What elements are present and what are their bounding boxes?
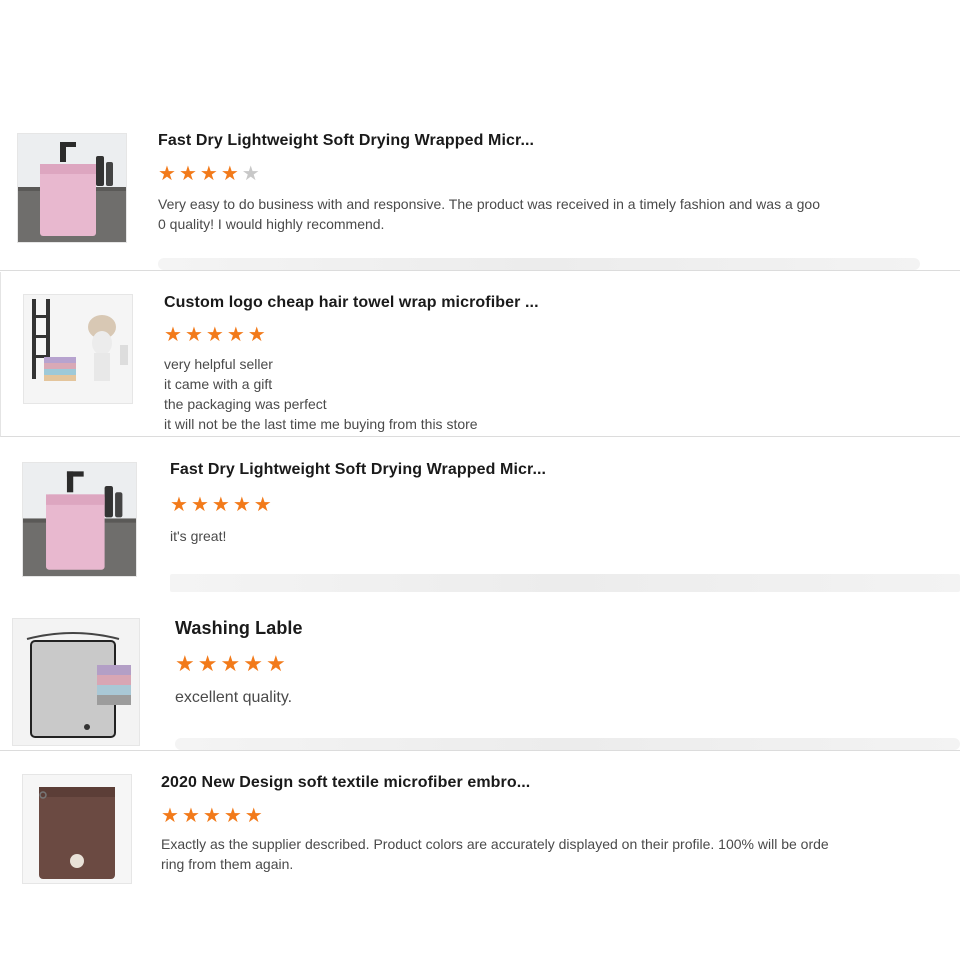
review-text: Very easy to do business with and respon… bbox=[158, 194, 820, 234]
reviewer-info-bar bbox=[170, 574, 960, 592]
star-icon: ★ bbox=[190, 494, 209, 516]
star-icon: ★ bbox=[244, 805, 263, 827]
review-line: 0 quality! I would highly recommend. bbox=[158, 216, 385, 232]
product-thumbnail[interactable] bbox=[22, 462, 137, 577]
review-card: Fast Dry Lightweight Soft Drying Wrapped… bbox=[0, 440, 960, 592]
review-line: excellent quality. bbox=[175, 689, 293, 706]
product-thumbnail[interactable] bbox=[22, 774, 132, 884]
star-rating: ★ ★ ★ ★ ★ bbox=[158, 164, 260, 184]
star-icon: ★ bbox=[223, 805, 242, 827]
review-line: it will not be the last time me buying f… bbox=[164, 416, 478, 432]
product-thumbnail[interactable] bbox=[17, 133, 127, 243]
brown-towel-icon bbox=[23, 775, 131, 883]
review-line: very helpful seller bbox=[164, 356, 273, 372]
star-icon: ★ bbox=[202, 805, 221, 827]
reviewer-info-bar bbox=[158, 258, 920, 270]
star-icon: ★ bbox=[253, 494, 272, 516]
star-icon: ★ bbox=[175, 651, 195, 676]
star-icon: ★ bbox=[220, 163, 239, 185]
review-card: Fast Dry Lightweight Soft Drying Wrapped… bbox=[0, 118, 960, 271]
product-thumbnail[interactable] bbox=[23, 294, 133, 404]
star-icon: ★ bbox=[170, 494, 188, 516]
star-icon: ★ bbox=[232, 494, 251, 516]
review-text: it's great! bbox=[170, 526, 226, 546]
product-title[interactable]: Fast Dry Lightweight Soft Drying Wrapped… bbox=[158, 132, 534, 150]
product-title[interactable]: Custom logo cheap hair towel wrap microf… bbox=[164, 294, 539, 312]
star-icon: ★ bbox=[211, 494, 230, 516]
review-card: Washing Lable ★ ★ ★ ★ ★ excellent qualit… bbox=[0, 596, 960, 751]
star-icon: ★ bbox=[197, 651, 218, 676]
star-empty-icon: ★ bbox=[241, 163, 260, 185]
star-rating: ★ ★ ★ ★ ★ bbox=[170, 495, 272, 515]
review-line: it came with a gift bbox=[164, 376, 273, 392]
star-icon: ★ bbox=[199, 163, 218, 185]
star-icon: ★ bbox=[158, 163, 176, 185]
review-line: Exactly as the supplier described. Produ… bbox=[161, 836, 829, 852]
star-icon: ★ bbox=[243, 651, 263, 676]
product-title[interactable]: 2020 New Design soft textile microfiber … bbox=[161, 774, 530, 792]
review-line: Very easy to do business with and respon… bbox=[158, 196, 821, 212]
review-card: 2020 New Design soft textile microfiber … bbox=[0, 756, 960, 906]
review-text: Exactly as the supplier described. Produ… bbox=[161, 834, 829, 874]
review-line: the packaging was perfect bbox=[164, 396, 327, 412]
review-text: very helpful seller it came with a gift … bbox=[164, 354, 478, 434]
star-icon: ★ bbox=[178, 163, 197, 185]
product-title[interactable]: Fast Dry Lightweight Soft Drying Wrapped… bbox=[170, 461, 546, 479]
star-icon: ★ bbox=[181, 805, 200, 827]
star-icon: ★ bbox=[265, 651, 286, 676]
star-icon: ★ bbox=[164, 324, 182, 346]
star-icon: ★ bbox=[184, 324, 203, 346]
review-text: excellent quality. bbox=[175, 688, 292, 708]
star-icon: ★ bbox=[247, 324, 266, 346]
star-rating: ★ ★ ★ ★ ★ bbox=[175, 651, 286, 676]
star-rating: ★ ★ ★ ★ ★ bbox=[164, 325, 266, 345]
product-thumbnail[interactable] bbox=[12, 618, 140, 746]
product-title[interactable]: Washing Lable bbox=[175, 618, 303, 639]
review-line: it's great! bbox=[170, 528, 227, 544]
hair-towel-wrap-icon bbox=[24, 295, 132, 403]
star-rating: ★ ★ ★ ★ ★ bbox=[161, 806, 263, 826]
pink-towel-icon bbox=[23, 463, 136, 576]
gray-towel-icon bbox=[13, 619, 139, 745]
star-icon: ★ bbox=[226, 324, 245, 346]
review-line: ring from them again. bbox=[161, 856, 294, 872]
pink-towel-icon bbox=[18, 134, 126, 242]
star-icon: ★ bbox=[205, 324, 224, 346]
reviewer-info-bar bbox=[175, 738, 960, 750]
review-card: Custom logo cheap hair towel wrap microf… bbox=[0, 272, 960, 437]
star-icon: ★ bbox=[220, 651, 241, 676]
star-icon: ★ bbox=[161, 805, 179, 827]
